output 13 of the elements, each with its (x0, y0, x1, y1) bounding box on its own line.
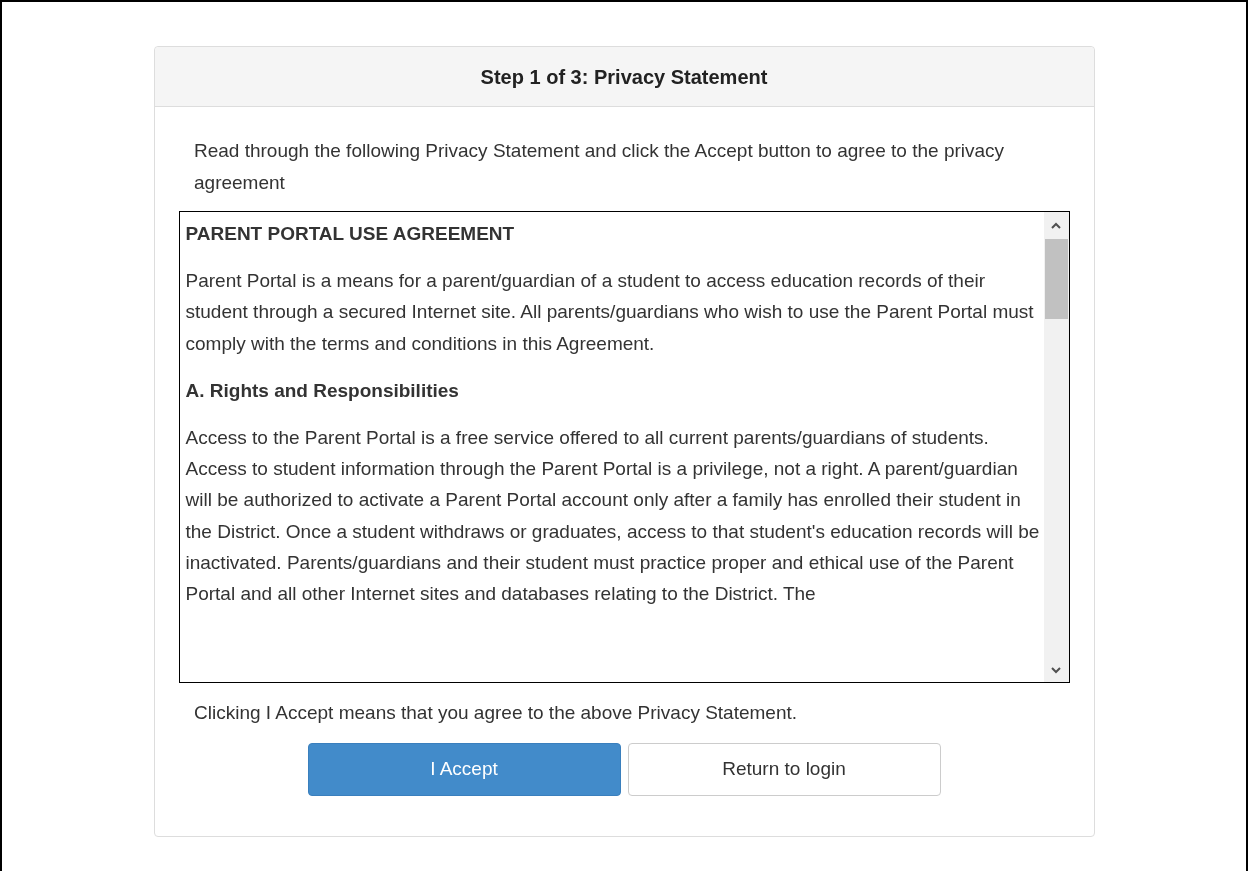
agreement-paragraph: Parent Portal is a means for a parent/guardian of a student to access education records of their student through a secured Internet site. All parents/guardians who wish to use the Parent Portal must comply with the terms and conditions in this Agreement. (185, 269, 1035, 356)
scrollbar[interactable] (1043, 212, 1069, 682)
intro-text: Read through the following Privacy Statement and click the Accept button to agree to the privacy agreement (194, 139, 1006, 195)
accept-note: Clicking I Accept means that you agree to the above Privacy Statement. (194, 701, 799, 725)
accept-button[interactable]: I Accept (307, 743, 621, 796)
dialog-title: Step 1 of 3: Privacy Statement (480, 64, 768, 90)
scroll-thumb[interactable] (1044, 239, 1068, 319)
scroll-down-icon[interactable] (1051, 667, 1061, 674)
agreement-heading: PARENT PORTAL USE AGREEMENT (185, 222, 516, 246)
scroll-up-icon[interactable] (1051, 222, 1061, 229)
return-button[interactable]: Return to login (627, 743, 941, 796)
agreement-paragraph: Access to the Parent Portal is a free service offered to all current parents/guardians of students. Access to student information through the Parent Portal is a privilege, not a right. A parent/guardian will be authorized to activate a Parent Portal account only after a family has enrolled their student in the District. Once a student withdraws or graduates, access to that student's education records will be inactivated. Parents/guardians and their student must practice proper and ethical use of the Parent Portal and all other Internet sites and databases relating to the District. The (185, 425, 1041, 607)
agreement-heading: A. Rights and Responsibilities (185, 378, 460, 403)
